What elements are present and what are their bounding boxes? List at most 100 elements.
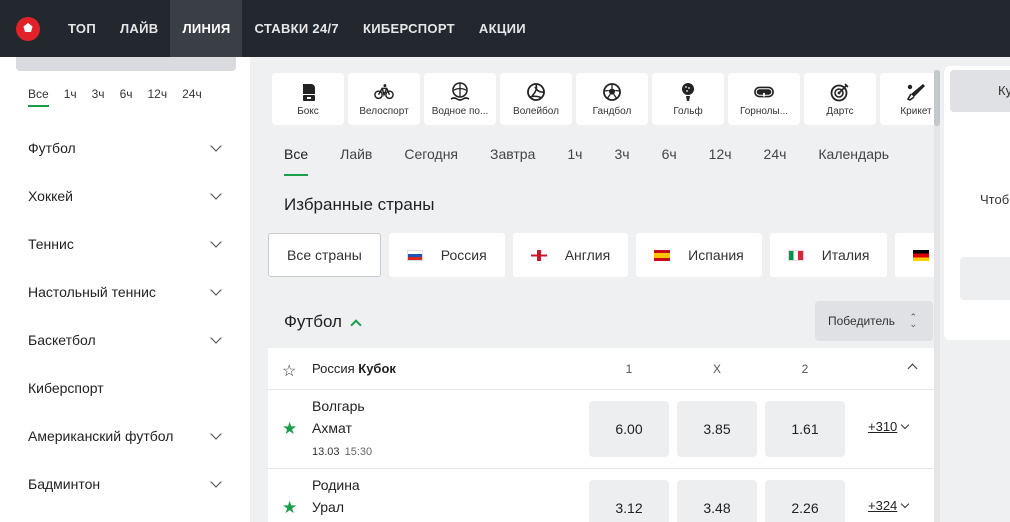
chevron-down-icon xyxy=(210,476,222,488)
sidebar-time-filters: Все 1ч 3ч 6ч 12ч 24ч xyxy=(28,87,217,107)
bet-slip-button[interactable] xyxy=(960,257,1010,300)
section-title-label: Футбол xyxy=(284,312,342,331)
nav-bets-24-7[interactable]: СТАВКИ 24/7 xyxy=(242,0,350,57)
odd-button-1[interactable]: 3.12 xyxy=(589,480,669,522)
sidebar: Все 1ч 3ч 6ч 12ч 24ч Футбол Хоккей Тенни… xyxy=(0,57,250,522)
sport-tile-alpine-skiing[interactable]: Горнолы... xyxy=(728,73,800,125)
main-scrollbar[interactable] xyxy=(934,70,940,522)
chevron-up-icon[interactable] xyxy=(907,363,918,374)
country-italy[interactable]: Италия xyxy=(769,233,888,277)
section-football[interactable]: Футбол xyxy=(284,312,362,332)
odd-button-2[interactable]: 2.26 xyxy=(765,480,845,522)
time-filter-12h[interactable]: 12ч xyxy=(148,87,168,107)
star-filled-icon[interactable]: ★ xyxy=(282,419,297,439)
odd-button-1[interactable]: 6.00 xyxy=(589,401,669,457)
tab-calendar[interactable]: Календарь xyxy=(818,146,889,176)
bet-slip-tab[interactable]: Ку xyxy=(950,70,1010,112)
country-label: Италия xyxy=(821,247,870,263)
sport-tile-volleyball[interactable]: Волейбол xyxy=(500,73,572,125)
country-england[interactable]: Англия xyxy=(512,233,629,277)
match-datetime: 13.03 15:30 xyxy=(312,446,372,458)
country-spain[interactable]: Испания xyxy=(636,233,762,277)
country-russia[interactable]: Россия xyxy=(388,233,505,277)
nav-promotions[interactable]: АКЦИИ xyxy=(467,0,538,57)
favorite-countries-title: Избранные страны xyxy=(284,195,435,214)
tab-1h[interactable]: 1ч xyxy=(567,146,582,176)
nav-live[interactable]: ЛАЙВ xyxy=(108,0,170,57)
sport-tile-water-polo[interactable]: Водное по... xyxy=(424,73,496,125)
chevron-down-icon xyxy=(210,140,222,152)
scrollbar-thumb[interactable] xyxy=(934,70,940,126)
handball-icon xyxy=(602,82,622,102)
column-1-header: 1 xyxy=(625,362,633,376)
bet-slip-message: Чтоб xyxy=(980,192,1010,207)
sport-tile-label: Крикет xyxy=(900,105,932,117)
sidebar-scrollbar[interactable] xyxy=(16,57,236,71)
country-germany[interactable] xyxy=(895,233,934,277)
sport-tile-cycling[interactable]: Велоспорт xyxy=(348,73,420,125)
germany-flag-icon xyxy=(913,249,930,261)
nav-esports[interactable]: КИБЕРСПОРТ xyxy=(351,0,467,57)
league-name: Кубок xyxy=(358,361,396,376)
odd-button-x[interactable]: 3.85 xyxy=(677,401,757,457)
tab-live[interactable]: Лайв xyxy=(340,146,372,176)
star-filled-icon[interactable]: ★ xyxy=(282,498,297,518)
sidebar-item-tennis[interactable]: Теннис xyxy=(0,220,250,268)
tab-today[interactable]: Сегодня xyxy=(404,146,458,176)
time-filter-3h[interactable]: 3ч xyxy=(92,87,105,107)
sidebar-item-basketball[interactable]: Баскетбол xyxy=(0,316,250,364)
time-filter-1h[interactable]: 1ч xyxy=(64,87,77,107)
more-markets-count: +324 xyxy=(868,498,898,513)
sport-tile-golf[interactable]: Гольф xyxy=(652,73,724,125)
sidebar-item-football[interactable]: Футбол xyxy=(0,124,250,172)
time-filter-6h[interactable]: 6ч xyxy=(120,87,133,107)
sidebar-item-badminton[interactable]: Бадминтон xyxy=(0,460,250,508)
sidebar-item-label: Киберспорт xyxy=(28,380,104,396)
table-row[interactable]: ★ Волгарь Ахмат 13.03 15:30 6.00 3.85 1.… xyxy=(268,390,934,469)
chevron-down-icon xyxy=(210,284,222,296)
league-title[interactable]: Россия Кубок xyxy=(312,361,396,376)
sport-tiles-strip: Бокс Велоспорт Водное по... Волейбол Ган… xyxy=(272,73,934,125)
odd-button-x[interactable]: 3.48 xyxy=(677,480,757,522)
table-row[interactable]: ★ Родина Урал 3.12 3.48 2.26 +324 xyxy=(268,469,934,522)
sport-tile-darts[interactable]: Дартс xyxy=(804,73,876,125)
sport-tile-boxing[interactable]: Бокс xyxy=(272,73,344,125)
country-all[interactable]: Все страны xyxy=(268,233,381,277)
tab-12h[interactable]: 12ч xyxy=(709,146,732,176)
sidebar-item-label: Бадминтон xyxy=(28,476,101,492)
time-filter-all[interactable]: Все xyxy=(28,87,49,107)
market-select[interactable]: Победитель ⌃ ⌄ xyxy=(815,301,933,341)
odd-button-2[interactable]: 1.61 xyxy=(765,401,845,457)
sidebar-item-hockey[interactable]: Хоккей xyxy=(0,172,250,220)
england-flag-icon xyxy=(530,249,547,261)
sidebar-item-american-football[interactable]: Американский футбол xyxy=(0,412,250,460)
logo-icon[interactable] xyxy=(0,0,56,57)
bet-slip-panel: Ку Чтоб xyxy=(944,66,1010,340)
country-label: Все страны xyxy=(287,247,362,263)
sidebar-item-label: Американский футбол xyxy=(28,428,174,444)
country-label: Англия xyxy=(564,247,611,263)
column-x-header: X xyxy=(712,362,721,376)
event-tabs: Все Лайв Сегодня Завтра 1ч 3ч 6ч 12ч 24ч… xyxy=(284,146,921,176)
sport-tile-label: Водное по... xyxy=(431,105,489,117)
tab-tomorrow[interactable]: Завтра xyxy=(490,146,535,176)
column-2-header: 2 xyxy=(801,362,809,376)
chevron-down-icon xyxy=(901,420,910,429)
nav-top[interactable]: ТОП xyxy=(56,0,108,57)
sidebar-item-table-tennis[interactable]: Настольный теннис xyxy=(0,268,250,316)
tab-24h[interactable]: 24ч xyxy=(764,146,787,176)
tab-3h[interactable]: 3ч xyxy=(614,146,629,176)
time-filter-24h[interactable]: 24ч xyxy=(182,87,202,107)
nav-line[interactable]: ЛИНИЯ xyxy=(170,0,243,57)
chevron-down-icon xyxy=(210,332,222,344)
chevron-down-icon xyxy=(210,188,222,200)
chevron-down-icon xyxy=(901,499,910,508)
sport-tile-cricket[interactable]: Крикет xyxy=(880,73,934,125)
more-markets-link[interactable]: +310 xyxy=(868,419,910,434)
more-markets-link[interactable]: +324 xyxy=(868,498,910,513)
sidebar-item-esports[interactable]: Киберспорт xyxy=(0,364,250,412)
star-outline-icon[interactable]: ☆ xyxy=(282,361,296,381)
sport-tile-handball[interactable]: Гандбол xyxy=(576,73,648,125)
tab-all[interactable]: Все xyxy=(284,146,309,176)
tab-6h[interactable]: 6ч xyxy=(662,146,677,176)
